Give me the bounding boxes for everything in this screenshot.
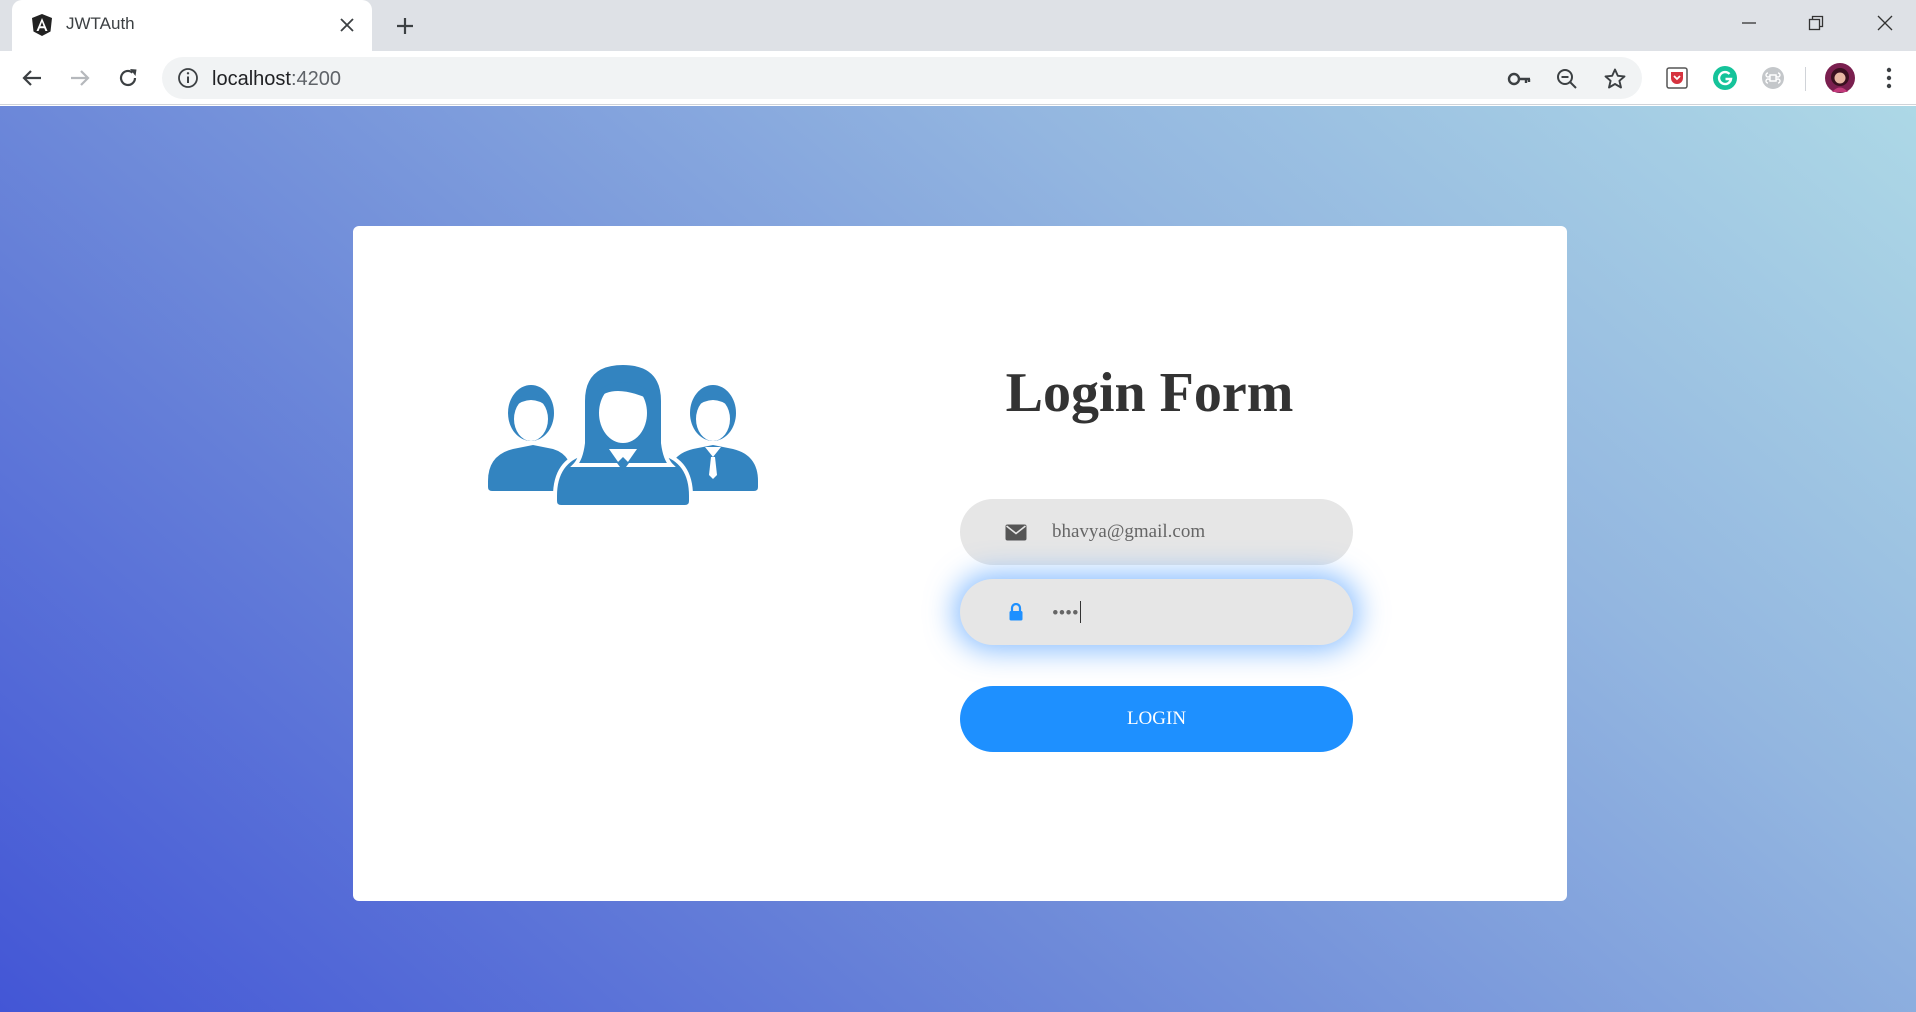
users-group-icon: [483, 361, 763, 747]
browser-tab[interactable]: JWTAuth: [12, 0, 372, 51]
url-text: localhost:4200: [212, 68, 341, 91]
email-field[interactable]: bhavya@gmail.com: [960, 499, 1353, 565]
toolbar-separator: [1805, 67, 1806, 91]
browser-toolbar: localhost:4200: [0, 51, 1916, 105]
zoom-out-icon[interactable]: [1553, 65, 1581, 93]
login-button[interactable]: LOGIN: [960, 686, 1353, 752]
address-bar[interactable]: localhost:4200: [162, 57, 1642, 99]
lock-icon: [1004, 601, 1028, 623]
angular-logo-icon: [30, 13, 54, 37]
grammarly-extension-icon[interactable]: [1711, 64, 1739, 92]
star-bookmark-icon[interactable]: [1601, 65, 1629, 93]
new-tab-plus-icon[interactable]: [390, 11, 420, 41]
tab-strip: JWTAuth: [0, 0, 1916, 51]
login-form-title: Login Form: [1005, 362, 1294, 424]
text-caret: [1079, 601, 1081, 623]
minimize-icon[interactable]: [1724, 6, 1774, 40]
profile-avatar[interactable]: [1824, 62, 1856, 94]
page-background: Login Form bhavya@gmail.com •••• LOGIN: [0, 106, 1916, 1012]
menu-dots-icon[interactable]: [1875, 64, 1903, 92]
envelope-icon: [1004, 521, 1028, 543]
reload-icon[interactable]: [111, 61, 145, 95]
restore-icon[interactable]: [1791, 6, 1841, 40]
login-card: Login Form bhavya@gmail.com •••• LOGIN: [353, 226, 1567, 901]
password-masked: ••••: [1052, 603, 1079, 624]
forward-arrow-icon[interactable]: [63, 61, 97, 95]
password-field[interactable]: ••••: [960, 579, 1353, 645]
email-value: bhavya@gmail.com: [1052, 521, 1206, 542]
key-icon[interactable]: [1505, 65, 1533, 93]
close-window-icon[interactable]: [1860, 6, 1910, 40]
back-arrow-icon[interactable]: [15, 61, 49, 95]
url-host: localhost: [212, 68, 291, 90]
pocket-extension-icon[interactable]: [1663, 64, 1691, 92]
url-port: :4200: [290, 68, 341, 90]
password-value: ••••: [1052, 601, 1081, 625]
command-extension-icon[interactable]: [1759, 64, 1787, 92]
close-tab-icon[interactable]: [334, 12, 360, 38]
site-info-icon[interactable]: [176, 66, 200, 90]
tab-title: JWTAuth: [66, 14, 135, 33]
